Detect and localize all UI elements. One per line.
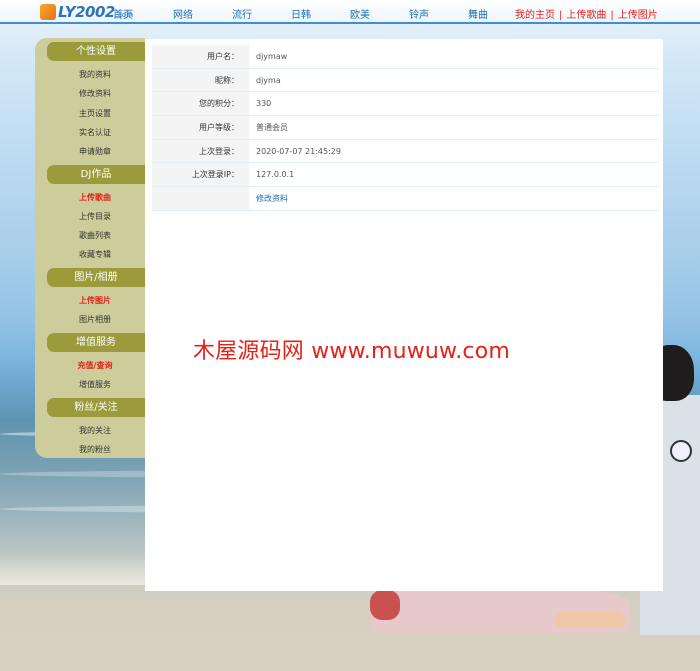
row-label: 昵称： (152, 68, 249, 92)
nav-pop[interactable]: 流行 (232, 6, 252, 21)
logo-text: LY2002 (58, 3, 115, 21)
row-label: 上次登录： (152, 139, 249, 163)
table-row: 用户等级： 普通会员 (152, 116, 659, 140)
sidebar-item-recharge[interactable]: 充值/查询 (45, 360, 145, 371)
table-row: 用户名： djymaw (152, 45, 659, 69)
points-value: 330 (256, 99, 272, 109)
sidebar-item-homepage-settings[interactable]: 主页设置 (45, 108, 145, 119)
user-sidebar: 个性设置 我的资料 修改资料 主页设置 实名认证 申请勋章 DJ作品 上传歌曲 … (35, 38, 145, 458)
row-label: 用户名： (152, 45, 249, 68)
table-row: 昵称： djyma (152, 68, 659, 93)
top-navbar: LY2002 .com 首页 网络 流行 日韩 欧美 铃声 舞曲 我的主页 | 上传… (0, 0, 700, 24)
sidebar-item-upload-folder[interactable]: 上传目录 (45, 211, 145, 222)
row-label: 上次登录IP： (152, 163, 249, 187)
logo-cube-icon (40, 4, 56, 20)
edit-profile-link[interactable]: 修改资料 (256, 187, 288, 210)
separator: | (559, 10, 563, 21)
sidebar-item-value-services[interactable]: 增值服务 (45, 379, 145, 390)
sidebar-item-my-follows[interactable]: 我的关注 (45, 425, 145, 436)
upload-image-link[interactable]: 上传图片 (618, 10, 658, 21)
table-row: 修改资料 (152, 187, 659, 211)
sidebar-item-photo-album[interactable]: 图片相册 (45, 314, 145, 325)
sidebar-item-upload-song[interactable]: 上传歌曲 (45, 192, 145, 203)
row-label: 您的积分： (152, 92, 249, 116)
upload-song-link[interactable]: 上传歌曲 (566, 10, 606, 21)
sidebar-item-song-list[interactable]: 歌曲列表 (45, 230, 145, 241)
row-label-empty (152, 187, 249, 210)
section-title-pictures: 图片/相册 (47, 268, 145, 287)
profile-info-table: 用户名： djymaw 昵称： djyma 您的积分： 330 用户等级： 普通… (152, 45, 659, 211)
watermark-text: 木屋源码网 www.muwuw.com (193, 339, 511, 364)
nav-jpkr[interactable]: 日韩 (291, 6, 311, 21)
user-links: 我的主页 | 上传歌曲 | 上传图片 (515, 6, 658, 21)
user-level-value: 普通会员 (256, 123, 288, 133)
nav-dance[interactable]: 舞曲 (468, 6, 488, 21)
nav-western[interactable]: 欧美 (350, 6, 370, 21)
sidebar-item-favorite-albums[interactable]: 收藏专辑 (45, 249, 145, 260)
row-label: 用户等级： (152, 116, 249, 139)
sidebar-item-my-fans[interactable]: 我的粉丝 (45, 444, 145, 455)
section-title-value-added: 增值服务 (47, 333, 145, 352)
nickname-value: djyma (256, 75, 281, 85)
separator: | (610, 10, 614, 21)
table-row: 您的积分： 330 (152, 92, 659, 117)
sidebar-item-upload-image[interactable]: 上传图片 (45, 295, 145, 306)
sidebar-item-verification[interactable]: 实名认证 (45, 127, 145, 138)
last-login-value: 2020-07-07 21:45:29 (256, 146, 341, 156)
my-homepage-link[interactable]: 我的主页 (515, 10, 555, 21)
nav-ringtone[interactable]: 铃声 (409, 6, 429, 21)
shirt-emblem-icon (670, 440, 692, 462)
nav-home[interactable]: 首页 (113, 6, 133, 21)
table-row: 上次登录IP： 127.0.0.1 (152, 163, 659, 188)
section-title-personal: 个性设置 (47, 42, 145, 61)
table-row: 上次登录： 2020-07-07 21:45:29 (152, 139, 659, 164)
last-login-ip-value: 127.0.0.1 (256, 170, 295, 180)
username-value: djymaw (256, 52, 288, 61)
sidebar-item-apply-medal[interactable]: 申请勋章 (45, 146, 145, 157)
sidebar-item-edit-profile[interactable]: 修改资料 (45, 88, 145, 99)
profile-panel: 用户名： djymaw 昵称： djyma 您的积分： 330 用户等级： 普通… (145, 39, 663, 591)
nav-network[interactable]: 网络 (173, 6, 193, 21)
sidebar-item-my-profile[interactable]: 我的资料 (45, 69, 145, 80)
section-title-fans: 粉丝/关注 (47, 398, 145, 417)
section-title-dj-works: DJ作品 (47, 165, 145, 184)
